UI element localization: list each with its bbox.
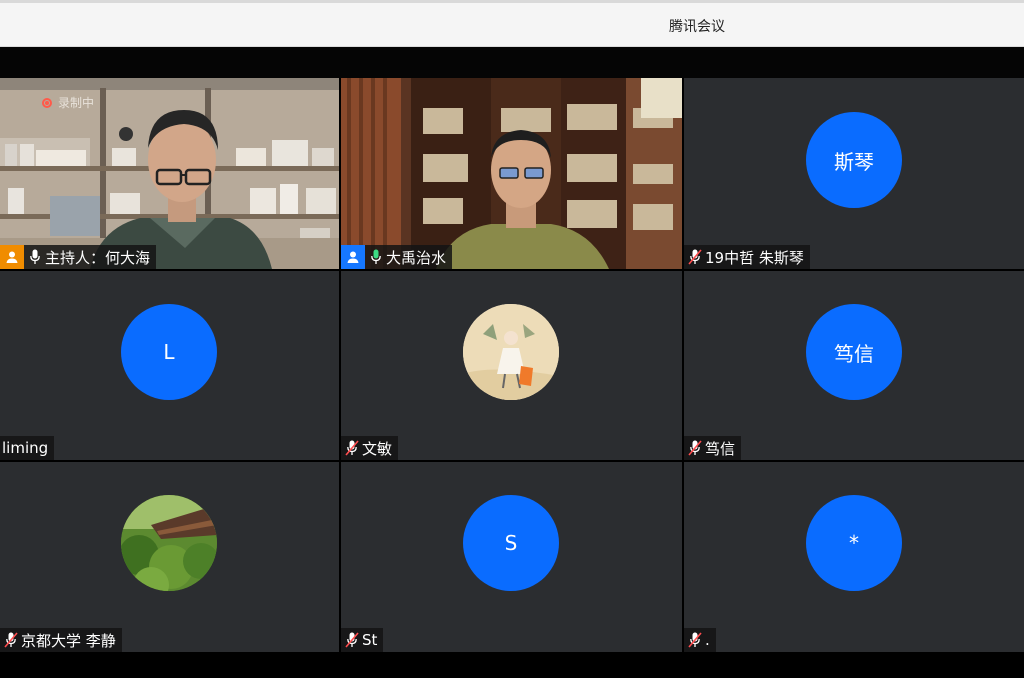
mic-muted-icon [687,439,703,457]
avatar: 斯琴 [806,112,902,208]
participant-name: 文敏 [362,439,393,458]
participant-nametag: 大禹治水 [341,245,453,269]
participant-name: . [705,631,710,649]
avatar: 笃信 [806,304,902,400]
recording-dot-icon [42,97,52,108]
participant-name: 京都大学 李静 [21,631,116,650]
window-titlebar: 腾讯会议 [0,0,1024,47]
host-badge-icon [0,245,24,269]
participant-name: 主持人：何大海 [45,248,151,267]
recording-label: 录制中 [58,96,95,110]
participant-tile[interactable]: 文敏 [341,271,682,460]
illustration-avatar-icon [463,304,559,400]
pagoda-photo-avatar-icon [121,495,217,591]
participant-name: liming [2,439,49,457]
cohost-video-feed [341,78,682,269]
avatar: * [806,495,902,591]
avatar: S [463,495,559,591]
mic-speaking-icon [368,248,384,266]
participant-tile[interactable]: * . [684,462,1024,652]
participant-nametag: St [341,628,384,652]
participant-nametag: 主持人：何大海 [0,245,157,269]
participant-tile-speaking[interactable]: 大禹治水 [341,78,682,269]
participant-tile[interactable]: S St [341,462,682,652]
mic-muted-icon [687,631,703,649]
recording-indicator: 录制中 [42,94,94,111]
participant-tile[interactable]: 斯琴 19中哲 朱斯琴 [684,78,1024,269]
participant-name: 笃信 [705,439,736,458]
toolbar-gap [0,47,1024,78]
participant-nametag: 京都大学 李静 [0,628,122,652]
participant-nametag: . [684,628,716,652]
participant-tile[interactable]: L liming [0,271,339,460]
participant-nametag: 19中哲 朱斯琴 [684,245,810,269]
mic-on-icon [27,248,43,266]
window-title: 腾讯会议 [669,19,725,35]
participant-name: 19中哲 朱斯琴 [705,248,804,267]
avatar: L [121,304,217,400]
titlebar-top-strip [0,0,1024,3]
participant-name: St [362,631,378,649]
cohost-badge-icon [341,245,365,269]
video-grid: 录制中 主持人：何大海 大禹治水 斯琴 19中哲 朱斯琴 L liming 文敏… [0,78,1024,652]
mic-muted-icon [3,631,19,649]
bottom-bar [0,652,1024,678]
participant-tile-host[interactable]: 录制中 主持人：何大海 [0,78,339,269]
participant-name: 大禹治水 [386,248,447,267]
participant-tile[interactable]: 笃信 笃信 [684,271,1024,460]
mic-muted-icon [344,439,360,457]
participant-nametag: liming [0,436,55,460]
participant-nametag: 笃信 [684,436,742,460]
mic-muted-icon [687,248,703,266]
mic-muted-icon [344,631,360,649]
participant-tile[interactable]: 京都大学 李静 [0,462,339,652]
participant-nametag: 文敏 [341,436,399,460]
